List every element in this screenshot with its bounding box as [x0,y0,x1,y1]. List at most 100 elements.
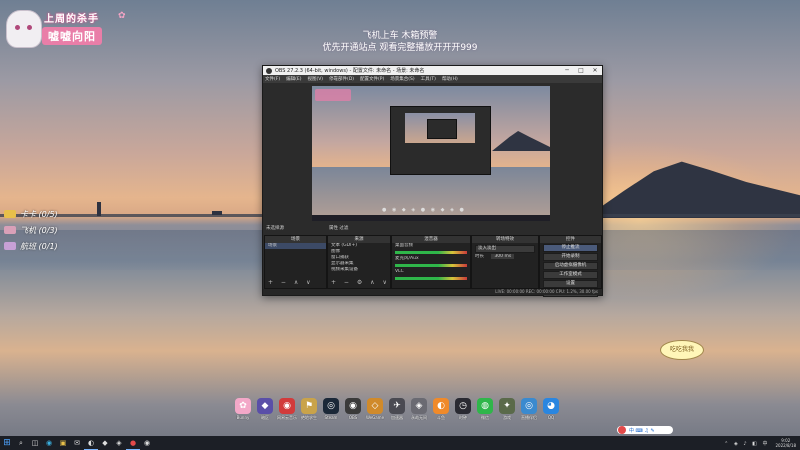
obs-icon: ◉ [345,398,361,414]
goal-icon [4,226,16,234]
desktop-icon[interactable]: ◍ 微信 [474,398,496,422]
obs-title: OBS 27.2.3 (64-bit, windows) - 配置文件: 未命名… [275,68,425,74]
app-icon[interactable]: ◆ [98,436,112,450]
desktop-icon[interactable]: ◉ OBS [342,398,364,422]
audio-meter[interactable] [395,264,467,267]
avatar-icon [6,10,42,48]
virtual-camera-button[interactable]: 启动虚拟摄像机 [543,262,598,270]
desktop-icon-row: ✿ Bunny ◆ 暗区 ◉ 网易云音乐 ⚑ 绝地求生 ◎ Steam ◉ OBS ◇ WeG… [232,398,562,422]
desktop-icon-label: 永劫无间 [411,415,427,420]
goal-item: 卡卡 (0/5) [4,206,94,222]
obs-preview[interactable]: ● ◉ ◆ ◈ ● ◉ ◆ ◈ ● [312,86,550,221]
mixer-channel: 麦克风/Aux [395,256,419,261]
controls-panel: 控件 停止推流 开始录制 启动虚拟摄像机 工作室模式 设置 退出 [539,235,602,297]
desktop-icon-label: Bunny [236,415,250,420]
audio-meter[interactable] [395,251,467,254]
start-icon[interactable]: ⊞ [0,436,14,450]
desktop-icon[interactable]: ◷ 时钟 [452,398,474,422]
app-icon[interactable]: ◈ [112,436,126,450]
app-icon[interactable]: ◉ [140,436,154,450]
menu-item-tools[interactable]: 工具(T) [421,76,436,82]
desktop-icon-label: OBS [348,415,358,420]
mail-icon[interactable]: ✉ [70,436,84,450]
menu-item-view[interactable]: 视图(V) [307,76,323,82]
scenes-toolbar[interactable]: + − ∧ ∨ [268,279,314,286]
goal-icon [4,242,16,250]
wechat-icon: ◍ [477,398,493,414]
task-view-icon[interactable]: ◫ [28,436,42,450]
desktop-icon-label: Steam [324,415,338,420]
goal-icon [4,210,16,218]
desktop-icon[interactable]: ◎ 直播伴侣 [518,398,540,422]
desktop-icon[interactable]: ◐ 斗鱼 [430,398,452,422]
windows-taskbar: ⊞ ⌕ ◫ ◉ ▣ ✉ ◐ ◆ ◈ ● ◉ ⌃ ◈ ♪ ◧ 中 9:02 202… [0,436,800,450]
menu-item-file[interactable]: 文件(F) [265,76,280,82]
sources-toolbar[interactable]: + − ⚙ ∧ ∨ [331,279,390,286]
source-item[interactable]: 视频采集设备 [328,267,390,273]
desktop-icon[interactable]: ◆ 暗区 [254,398,276,422]
stream-logo: 上周的杀手 嘘嘘向阳 ✿ [6,8,126,48]
properties-filters-label[interactable]: 属性 过滤 [329,225,348,232]
nested-window [427,119,457,139]
live-helper-icon: ◎ [521,398,537,414]
desktop-icon[interactable]: ◕ QQ [540,398,562,422]
obs-titlebar[interactable]: OBS 27.2.3 (64-bit, windows) - 配置文件: 未命名… [263,66,602,75]
settings-button[interactable]: 设置 [543,280,598,288]
tray-icons[interactable]: ⌃ ◈ ♪ ◧ 中 [724,440,769,447]
desktop-icon-label: 绝地求生 [301,415,317,420]
duration-value[interactable]: 300 ms [491,254,515,259]
desktop-icon-label: 直播伴侣 [521,415,537,420]
desktop-icon[interactable]: ⚑ 绝地求生 [298,398,320,422]
steam-icon: ◎ [323,398,339,414]
edge-icon[interactable]: ◉ [42,436,56,450]
desktop-icon[interactable]: ◉ 网易云音乐 [276,398,298,422]
qq-icon: ◕ [543,398,559,414]
clock[interactable]: 9:02 2022/8/18 [775,438,796,448]
system-tray: ⌃ ◈ ♪ ◧ 中 9:02 2022/8/18 [724,436,796,450]
desktop-icon[interactable]: ◎ Steam [320,398,342,422]
clock-icon: ◷ [455,398,471,414]
pubg-icon: ⚑ [301,398,317,414]
studio-mode-button[interactable]: 工作室模式 [543,271,598,279]
menu-item-profile[interactable]: 配置文件(P) [360,76,384,82]
desktop-icon-label: QQ [547,415,555,420]
no-source-label: 未选择源 [266,226,284,231]
goal-item: 航班 (0/1) [4,238,94,254]
folder-icon[interactable]: ▣ [56,436,70,450]
menu-item-scene-collection[interactable]: 场景集合(S) [390,76,414,82]
desktop-icon[interactable]: ◈ 永劫无间 [408,398,430,422]
audio-meter[interactable] [395,277,467,280]
tower-silhouette [97,202,101,216]
menu-item-edit[interactable]: 编辑(E) [286,76,301,82]
ime-toolbar[interactable]: 中 ⌨ ♫ ✎ [617,426,673,434]
desktop-icon[interactable]: ✈ 加速器 [386,398,408,422]
desktop-icon-label: 游戏 [503,415,511,420]
minimize-icon[interactable]: ─ [560,67,574,74]
transition-select[interactable]: 淡入淡出 [475,245,535,253]
obs-taskbar-icon[interactable]: ◐ [84,436,98,450]
desktop-icon-label: 加速器 [391,415,403,420]
app-icon[interactable]: ● [126,436,140,450]
close-icon[interactable]: ✕ [588,67,602,74]
stop-streaming-button[interactable]: 停止推流 [543,244,598,252]
desktop-icon[interactable]: ✿ Bunny [232,398,254,422]
start-recording-button[interactable]: 开始录制 [543,253,598,261]
desktop-icon[interactable]: ✦ 游戏 [496,398,518,422]
menu-item-help[interactable]: 帮助(H) [442,76,458,82]
search-icon[interactable]: ⌕ [14,436,28,450]
menu-item-docks[interactable]: 停靠部件(D) [329,76,354,82]
preview-logo [315,89,351,101]
obs-window[interactable]: OBS 27.2.3 (64-bit, windows) - 配置文件: 未命名… [262,65,603,297]
ime-logo-icon [618,426,626,434]
douyu-icon: ◐ [433,398,449,414]
maximize-icon[interactable]: □ [574,67,588,74]
mixer-title: 混音器 [392,236,470,243]
notice-line: 飞机上车 木箱预警 [362,31,438,41]
desktop-icon[interactable]: ◇ WeGame [364,398,386,422]
game-icon: ✦ [499,398,515,414]
plane-icon: ✈ [389,398,405,414]
obs-statusbar: LIVE: 00:00:00 REC: 00:00:00 CPU: 1.2%, … [263,289,602,295]
obs-app-icon [266,67,272,74]
scenes-panel: 场景 场景 + − ∧ ∨ [264,235,327,289]
scene-item[interactable]: 场景 [265,243,326,249]
